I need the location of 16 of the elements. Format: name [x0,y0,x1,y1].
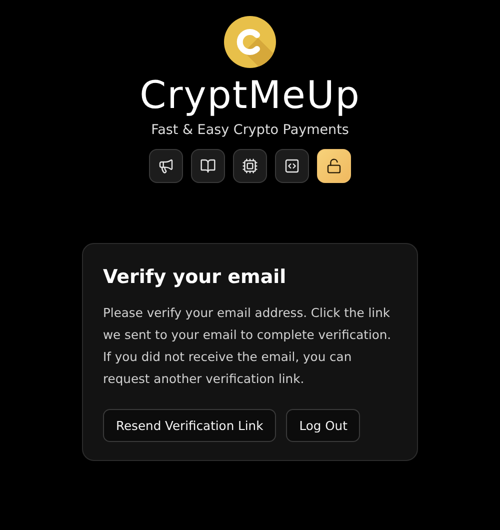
book-icon [200,158,216,174]
card-message: Please verify your email address. Click the link we sent to your email to complete verification. If you did not receive the email, you can request another verification link. [103,305,392,388]
megaphone-icon [158,158,174,174]
tagline: Fast & Easy Crypto Payments [151,122,349,138]
log-out-button[interactable]: Log Out [286,409,360,442]
nav-button[interactable] [275,149,309,183]
nav-button[interactable] [191,149,225,183]
nav-button[interactable] [233,149,267,183]
unlock-icon [326,158,342,174]
resend-link-button[interactable]: Resend Verification Link [103,409,276,442]
nav-button[interactable] [149,149,183,183]
coin-logo-icon [224,16,276,68]
brand-name: CryptMeUp [140,72,360,118]
chip-icon [242,158,258,174]
card-title: Verify your email [103,266,288,288]
code-icon [284,158,300,174]
